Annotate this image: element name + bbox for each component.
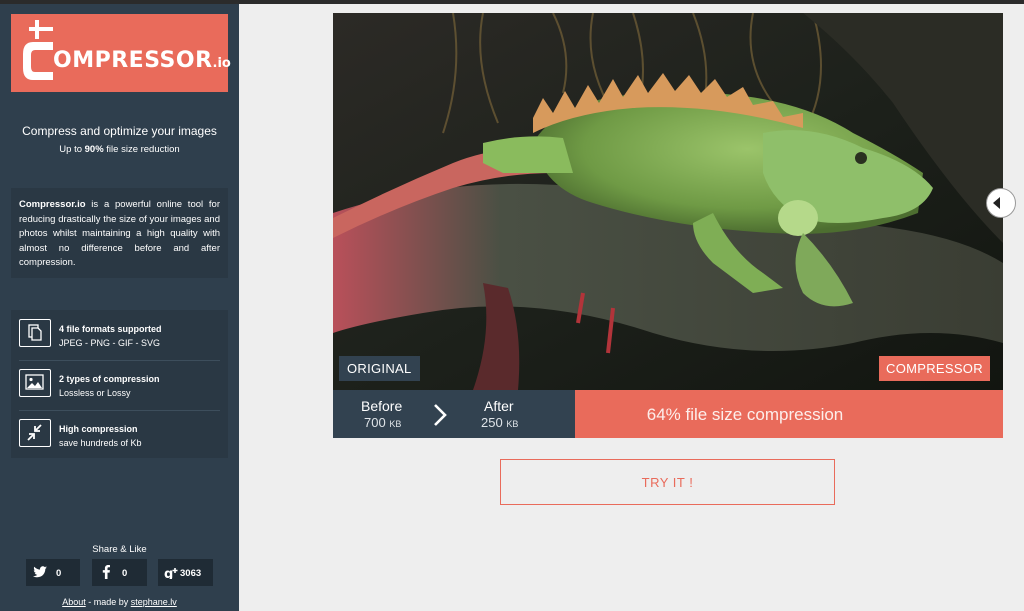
google-plus-share-button[interactable]: g 3063 bbox=[158, 559, 213, 586]
about-link[interactable]: About bbox=[62, 597, 86, 607]
facebook-icon bbox=[102, 565, 110, 579]
compression-percentage: 64% file size compression bbox=[646, 405, 844, 424]
feature-formats: 4 file formats supported JPEG - PNG - GI… bbox=[11, 310, 228, 360]
iguana-image bbox=[333, 13, 1003, 390]
before-size: 700 KB bbox=[364, 415, 402, 430]
compressor-badge: COMPRESSOR bbox=[879, 356, 990, 381]
tagline: Compress and optimize your images bbox=[22, 124, 217, 138]
description-text: Compressor.io is a powerful online tool … bbox=[19, 199, 220, 268]
size-comparison: Before 700 KB After 250 KB bbox=[333, 390, 575, 438]
compression-result: 64% file size compression bbox=[575, 390, 1003, 438]
files-icon bbox=[19, 319, 51, 347]
features-list: 4 file formats supported JPEG - PNG - GI… bbox=[11, 310, 228, 458]
feature-high-compression: High compression save hundreds of Kb bbox=[11, 410, 228, 460]
footer: About - made by stephane.lv bbox=[62, 597, 177, 607]
logo[interactable]: OMPRESSOR.io bbox=[11, 14, 231, 92]
chevron-right-icon bbox=[434, 404, 447, 426]
author-link[interactable]: stephane.lv bbox=[131, 597, 177, 607]
logo-text: OMPRESSOR.io bbox=[53, 48, 231, 73]
comparison-image[interactable] bbox=[333, 13, 1003, 390]
compression-stats: Before 700 KB After 250 KB 64% file size… bbox=[333, 390, 1003, 438]
facebook-share-button[interactable]: 0 bbox=[92, 559, 147, 586]
subtagline: Up to 90% file size reduction bbox=[59, 144, 180, 155]
share-title: Share & Like bbox=[92, 544, 147, 555]
description-panel: Compressor.io is a powerful online tool … bbox=[11, 188, 228, 278]
image-icon bbox=[19, 369, 51, 397]
after-label: After bbox=[484, 398, 514, 414]
sidebar: OMPRESSOR.io Compress and optimize your … bbox=[0, 4, 239, 611]
twitter-icon bbox=[33, 566, 47, 578]
twitter-share-button[interactable]: 0 bbox=[26, 559, 80, 586]
feature-compression-types: 2 types of compression Lossless or Lossy bbox=[11, 360, 228, 410]
compress-arrows-icon bbox=[19, 419, 51, 447]
try-it-button[interactable]: TRY IT ! bbox=[500, 459, 835, 505]
after-size: 250 KB bbox=[481, 415, 519, 430]
svg-text:g: g bbox=[164, 567, 173, 579]
logo-suffix: .io bbox=[212, 56, 231, 71]
comparison-slider-handle[interactable] bbox=[986, 188, 1016, 218]
original-badge: ORIGINAL bbox=[339, 356, 420, 381]
before-label: Before bbox=[361, 398, 403, 414]
google-plus-icon: g bbox=[164, 567, 178, 579]
